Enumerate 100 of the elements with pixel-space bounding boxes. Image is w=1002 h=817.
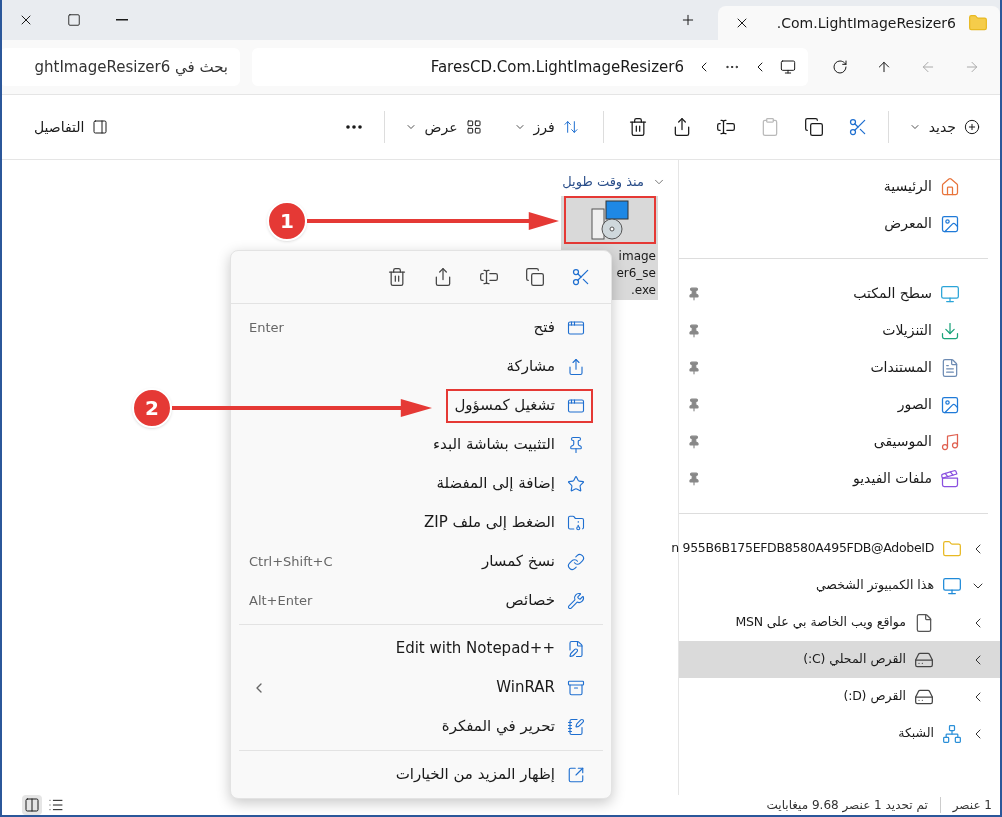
menu-item-label: نسخ كمسار bbox=[482, 551, 555, 573]
ellipsis-icon bbox=[345, 125, 362, 129]
tree-item[interactable]: القرص (D:) bbox=[679, 678, 1000, 715]
pin-icon[interactable] bbox=[687, 434, 701, 449]
menu-item-label: خصائص bbox=[505, 590, 555, 612]
file-icon bbox=[914, 612, 934, 633]
menu-item[interactable]: تشغيل كمسؤول bbox=[231, 386, 611, 425]
menu-item-label: Edit with Notepad++ bbox=[395, 638, 555, 660]
view-button[interactable]: عرض bbox=[396, 111, 490, 143]
sidebar-label: الرئيسية bbox=[883, 177, 932, 196]
music-icon bbox=[940, 431, 960, 452]
menu-item-label: الضغط إلى ملف ZIP bbox=[423, 512, 555, 534]
pin-icon[interactable] bbox=[687, 360, 701, 375]
sort-button[interactable]: فرز bbox=[505, 111, 587, 143]
sidebar-label: سطح المكتب bbox=[852, 284, 932, 304]
menu-item[interactable]: التثبيت بشاشة البدء bbox=[231, 425, 611, 464]
sidebar-item[interactable]: الموسيقى bbox=[679, 423, 1000, 460]
new-button[interactable]: جديد bbox=[900, 111, 988, 143]
details-button[interactable]: التفاصيل bbox=[26, 111, 117, 143]
sort-icon bbox=[562, 119, 579, 135]
menu-item-label: تشغيل كمسؤول bbox=[454, 395, 555, 417]
menu-item[interactable]: إظهار المزيد من الخيارات bbox=[239, 755, 603, 794]
menu-item[interactable]: Edit with Notepad++ bbox=[239, 629, 603, 668]
copy-icon bbox=[525, 267, 545, 287]
sidebar-item[interactable]: الرئيسية bbox=[679, 168, 1000, 205]
sidebar-label: ملفات الفيديو bbox=[851, 469, 932, 489]
sidebar-label: الموسيقى bbox=[872, 432, 932, 452]
download-icon bbox=[940, 320, 960, 341]
notepad-icon bbox=[567, 717, 585, 736]
tree-item[interactable]: مواقع ويب الخاصة بي على MSN bbox=[679, 604, 1000, 641]
tab[interactable]: .Com.LightImageResizer6 bbox=[718, 6, 1000, 40]
tree-label: مواقع ويب الخاصة بي على MSN bbox=[735, 613, 906, 632]
tab-title: .Com.LightImageResizer6 bbox=[775, 13, 956, 33]
tree-label: هذا الكمبيوتر الشخصي bbox=[815, 576, 934, 595]
menu-item[interactable]: الضغط إلى ملف ZIP bbox=[231, 503, 611, 542]
sidebar-label: المعرض bbox=[884, 214, 932, 234]
video-icon bbox=[940, 468, 960, 489]
path-icon bbox=[567, 552, 585, 571]
search-field[interactable]: بحث في ghtImageResizer6 bbox=[2, 48, 240, 86]
network-icon bbox=[942, 723, 962, 744]
computer-icon bbox=[942, 575, 962, 596]
menu-item[interactable]: إضافة إلى المفضلة bbox=[231, 464, 611, 503]
sidebar-item[interactable]: ملفات الفيديو bbox=[679, 460, 1000, 497]
folder-icon bbox=[942, 538, 962, 559]
sidebar-item[interactable]: التنزيلات bbox=[679, 312, 1000, 349]
sidebar-label: المستندات bbox=[869, 358, 932, 377]
trash-icon bbox=[387, 267, 407, 287]
tree-label: n 955B6B175EFDB8580A495FDB@AdobeID bbox=[671, 539, 934, 558]
sidebar-label: الصور bbox=[896, 395, 932, 415]
sidebar-item[interactable]: الصور bbox=[679, 386, 1000, 423]
group-header: منذ وقت طويل bbox=[562, 173, 644, 192]
star-icon bbox=[567, 474, 585, 493]
menu-item-label: إضافة إلى المفضلة bbox=[436, 473, 555, 495]
pane-icon bbox=[24, 797, 40, 813]
shortcut-text: Enter bbox=[249, 318, 284, 337]
tree-label: القرص (D:) bbox=[843, 687, 906, 706]
step-number: 1 bbox=[267, 201, 307, 241]
share-icon bbox=[433, 267, 453, 287]
menu-item-label: فتح bbox=[533, 317, 555, 339]
copy-icon bbox=[803, 117, 824, 137]
folder-icon bbox=[968, 13, 988, 33]
shortcut-text: Alt+Enter bbox=[249, 591, 313, 610]
archive-icon bbox=[567, 678, 585, 697]
notepad-icon bbox=[567, 639, 585, 658]
tree-item[interactable]: الشبكة bbox=[679, 715, 1000, 752]
menu-item[interactable]: تحرير في المفكرة bbox=[239, 707, 603, 746]
menu-item[interactable]: WinRAR bbox=[239, 668, 603, 707]
pin-icon[interactable] bbox=[687, 286, 701, 301]
menu-item-label: تحرير في المفكرة bbox=[441, 716, 555, 738]
step-number: 2 bbox=[132, 388, 172, 428]
tree-item[interactable]: القرص المحلي (C:) bbox=[679, 641, 1000, 678]
gallery-icon bbox=[940, 213, 960, 234]
monitor-icon bbox=[780, 59, 796, 75]
maximize-icon bbox=[67, 13, 81, 27]
rename-icon bbox=[715, 117, 736, 137]
sidebar-item[interactable]: المستندات bbox=[679, 349, 1000, 386]
home-icon bbox=[940, 176, 960, 197]
pin-icon[interactable] bbox=[687, 397, 701, 412]
rename-icon bbox=[479, 267, 499, 287]
sidebar-item[interactable]: سطح المكتب bbox=[679, 275, 1000, 312]
pin-icon[interactable] bbox=[687, 471, 701, 486]
scissors-icon bbox=[847, 117, 868, 137]
file-name: .exe bbox=[630, 281, 656, 299]
menu-item-label: إظهار المزيد من الخيارات bbox=[395, 764, 555, 786]
menu-item[interactable]: مشاركة bbox=[231, 347, 611, 386]
tiles-view-button[interactable] bbox=[22, 795, 42, 815]
tree-item[interactable]: هذا الكمبيوتر الشخصي bbox=[679, 567, 1000, 604]
path-text: FaresCD.Com.LightImageResizer6 bbox=[430, 56, 684, 78]
plus-icon bbox=[680, 12, 696, 28]
sidebar-item[interactable]: المعرض bbox=[679, 205, 1000, 242]
desktop-icon bbox=[940, 283, 960, 304]
pin-icon[interactable] bbox=[687, 323, 701, 338]
document-icon bbox=[940, 357, 960, 378]
tree-label: الشبكة bbox=[898, 724, 934, 743]
more-options-icon bbox=[567, 765, 585, 784]
pin-icon bbox=[567, 435, 585, 454]
file-name: image bbox=[618, 247, 656, 265]
address-bar[interactable]: FaresCD.Com.LightImageResizer6 bbox=[252, 48, 808, 86]
minimize-icon bbox=[116, 19, 128, 21]
refresh-icon bbox=[832, 59, 848, 75]
